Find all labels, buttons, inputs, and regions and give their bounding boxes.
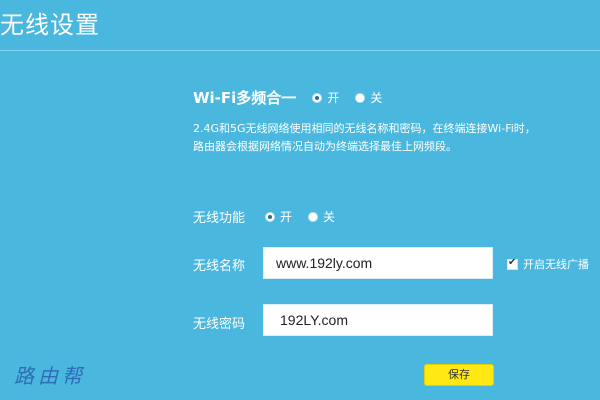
multiband-off-label: 关	[370, 91, 383, 105]
broadcast-label: 开启无线广播	[523, 258, 589, 271]
wireless-on-radio[interactable]	[265, 211, 276, 222]
page-title: 无线设置	[0, 11, 100, 39]
save-button[interactable]: 保存	[424, 364, 494, 386]
wireless-function-row: 无线功能 开 关	[193, 207, 351, 226]
multiband-description-line1: 2.4G和5G无线网络使用相同的无线名称和密码，在终端连接Wi-Fi时，	[193, 122, 536, 135]
watermark-logo: 路由帮	[14, 364, 86, 388]
wireless-off-label: 关	[323, 210, 336, 224]
multiband-on-option[interactable]: 开	[312, 89, 339, 106]
broadcast-option[interactable]: 开启无线广播	[507, 256, 589, 272]
wireless-on-option[interactable]: 开	[265, 208, 292, 225]
multiband-label: Wi-Fi多频合一	[193, 89, 297, 107]
multiband-off-radio[interactable]	[355, 92, 366, 103]
ssid-input[interactable]: www.192ly.com	[263, 247, 493, 279]
wireless-off-radio[interactable]	[308, 211, 319, 222]
wireless-function-label: 无线功能	[193, 211, 246, 226]
password-input[interactable]: 192LY.com	[263, 304, 493, 336]
password-label: 无线密码	[193, 317, 246, 332]
password-label-wrap: 无线密码	[193, 313, 245, 332]
wireless-off-option[interactable]: 关	[308, 208, 335, 225]
multiband-description: 2.4G和5G无线网络使用相同的无线名称和密码，在终端连接Wi-Fi时， 路由器…	[193, 120, 593, 156]
multiband-description-line2: 路由器会根据网络情况自动为终端选择最佳上网频段。	[193, 140, 457, 153]
ssid-label: 无线名称	[193, 259, 246, 274]
ssid-label-wrap: 无线名称	[193, 255, 245, 274]
multiband-off-option[interactable]: 关	[355, 89, 382, 106]
multiband-row: Wi-Fi多频合一 开 关	[193, 87, 398, 108]
wireless-on-label: 开	[280, 210, 293, 224]
multiband-on-label: 开	[327, 91, 340, 105]
broadcast-checkbox[interactable]	[507, 257, 518, 270]
multiband-on-radio[interactable]	[312, 92, 323, 103]
page-header: 无线设置	[0, 0, 600, 51]
